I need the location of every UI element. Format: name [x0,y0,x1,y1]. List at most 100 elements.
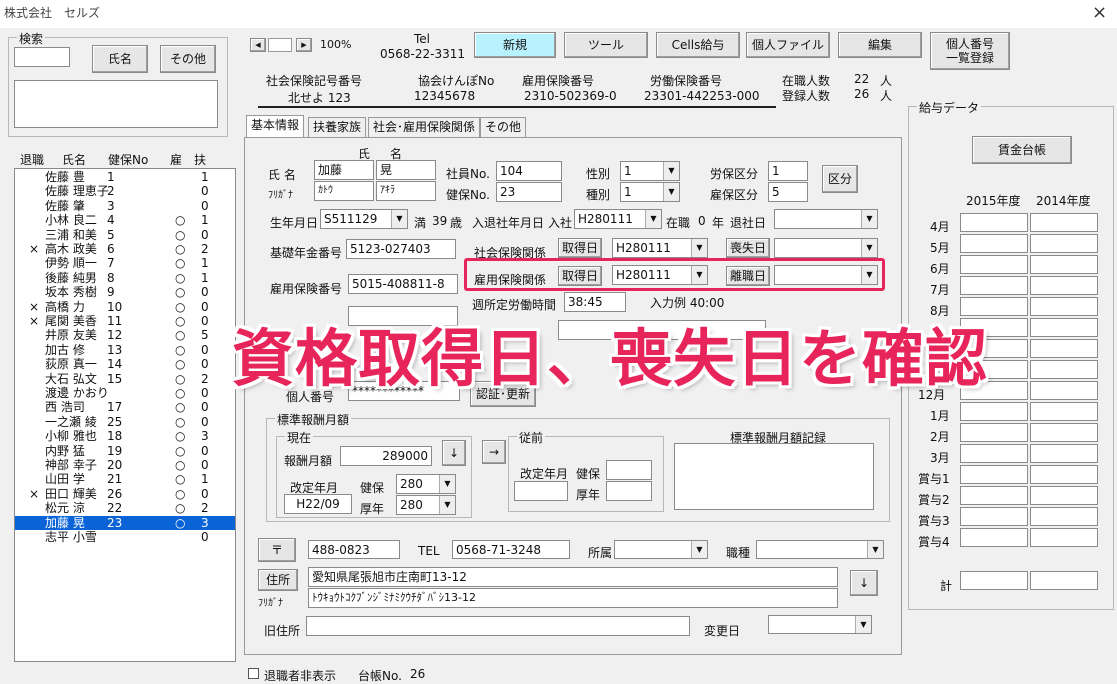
chevron-down-icon[interactable]: ▼ [391,210,407,228]
payroll-cell-2015[interactable] [960,402,1028,421]
new-button[interactable]: 新規 [474,32,556,58]
address-kana-field[interactable]: ﾄｳｷｮｳﾄｺｸﾌﾞﾝｼﾞﾐﾅﾐｸｳﾁﾀﾞﾊﾞｼ13-12 [308,588,838,608]
payroll-cell-2015[interactable] [960,507,1028,526]
monthly-down-arrow-icon[interactable]: ↓ [442,440,466,466]
list-item[interactable]: 佐藤 豊 1 1 [15,170,235,184]
address-down-arrow-icon[interactable]: ↓ [850,570,878,596]
list-item[interactable]: 後藤 純男 8 ○ 1 [15,271,235,285]
chevron-down-icon[interactable]: ▼ [691,541,707,558]
edit-button[interactable]: 編集 [838,32,922,58]
first-name-field[interactable]: 晃 [376,160,436,180]
payroll-cell-2015[interactable] [960,465,1028,484]
kind-select[interactable]: 1 ▼ [620,182,680,202]
payroll-cell-2015[interactable] [960,276,1028,295]
prev-kosei-field[interactable] [606,481,652,501]
chevron-down-icon[interactable]: ▼ [439,475,455,493]
list-item[interactable]: 小柳 雅也 18 ○ 3 [15,429,235,443]
koho-kubun-field[interactable]: 5 [768,182,808,202]
search-input[interactable] [14,47,70,67]
sex-select[interactable]: 1 ▼ [620,161,680,181]
list-item[interactable]: 一之瀬 綾 25 ○ 0 [15,415,235,429]
last-name-field[interactable]: 加藤 [314,160,374,180]
wage-ledger-button[interactable]: 賃金台帳 [972,136,1072,164]
chevron-down-icon[interactable]: ▼ [861,210,877,228]
chevron-down-icon[interactable]: ▼ [645,210,661,228]
dept-select[interactable]: ▼ [614,540,708,559]
last-name-kana-field[interactable]: ｶﾄｳ [314,181,374,201]
search-result-box[interactable] [14,80,218,128]
payroll-cell-2014[interactable] [1030,360,1098,379]
payroll-cell-2014[interactable] [1030,486,1098,505]
payroll-cell-2014[interactable] [1030,297,1098,316]
payroll-cell-2014[interactable] [1030,318,1098,337]
list-item[interactable]: 大石 弘文 15 ○ 2 [15,372,235,386]
list-item[interactable]: × 高橋 力 10 ○ 0 [15,300,235,314]
list-item[interactable]: 加古 修 13 ○ 0 [15,343,235,357]
list-item[interactable]: 西 浩司 17 ○ 0 [15,400,235,414]
tab-basic-info[interactable]: 基本情報 [246,115,305,138]
chevron-down-icon[interactable]: ▼ [663,183,679,201]
payroll-cell-2014[interactable] [1030,234,1098,253]
search-other-button[interactable]: その他 [160,45,216,73]
old-address-field[interactable] [306,616,690,636]
shakai-get-date-button[interactable]: 取得日 [558,238,602,258]
employee-list[interactable]: 佐藤 豊 1 1 佐藤 理恵子 2 0 佐藤 肇 3 0 小林 良二 4 ○ 1 三浦 和美 5 ○ 0 × 高木 … [14,168,236,662]
revise-date-field[interactable]: H22/09 [284,494,352,514]
mynumber-register-button[interactable]: 個人番号 一覧登録 [930,32,1010,70]
list-item[interactable]: 井原 友美 12 ○ 5 [15,328,235,342]
close-icon[interactable]: × [1092,2,1107,23]
page-scroll-track[interactable] [268,38,292,52]
job-select[interactable]: ▼ [756,540,884,559]
cells-salary-button[interactable]: Cells給与 [656,32,740,58]
zip-button[interactable]: 〒 [258,538,296,562]
payroll-cell-2014[interactable] [1030,402,1098,421]
tool-button[interactable]: ツール [564,32,648,58]
payroll-cell-2014[interactable] [1030,507,1098,526]
search-name-button[interactable]: 氏名 [92,45,148,73]
payroll-cell-2014[interactable] [1030,276,1098,295]
payroll-cell-2015[interactable] [960,486,1028,505]
list-item[interactable]: 坂本 秀樹 9 ○ 0 [15,285,235,299]
chevron-down-icon[interactable]: ▼ [439,496,455,514]
payroll-cell-2015[interactable] [960,213,1028,232]
join-date-select[interactable]: H280111 ▼ [574,209,662,229]
shakai-get-date-select[interactable]: H280111 ▼ [612,238,708,258]
list-item[interactable]: 山田 学 21 ○ 1 [15,472,235,486]
kubun-button[interactable]: 区分 [822,165,858,193]
shakai-lose-date-select[interactable]: ▼ [774,238,878,258]
list-item[interactable]: 神部 幸子 20 ○ 0 [15,458,235,472]
kosei-grade-select[interactable]: 280 ▼ [396,495,456,515]
kenpo-grade-select[interactable]: 280 ▼ [396,474,456,494]
list-item[interactable]: 佐藤 理恵子 2 0 [15,184,235,198]
first-name-kana-field[interactable]: ｱｷﾗ [376,181,436,201]
leave-date-select[interactable]: ▼ [774,209,878,229]
birth-select[interactable]: S511129 ▼ [320,209,408,229]
payroll-cell-2014[interactable] [1030,255,1098,274]
list-item[interactable]: × 尾関 美香 11 ○ 0 [15,314,235,328]
list-item[interactable]: 松元 涼 22 ○ 2 [15,501,235,515]
hide-retired-checkbox[interactable] [248,668,259,679]
chevron-down-icon[interactable]: ▼ [663,162,679,180]
salary-record-box[interactable] [674,443,874,510]
koyo-no-field[interactable]: 5015-408811-8 [348,274,458,294]
copy-right-arrow-icon[interactable]: → [482,440,506,464]
payroll-cell-2014[interactable] [1030,381,1098,400]
payroll-cell-2015[interactable] [960,234,1028,253]
total-2014-field[interactable] [1030,571,1098,590]
chevron-down-icon[interactable]: ▼ [867,541,883,558]
list-item[interactable]: 内野 猛 19 ○ 0 [15,444,235,458]
total-2015-field[interactable] [960,571,1028,590]
payroll-cell-2014[interactable] [1030,444,1098,463]
change-date-select[interactable]: ▼ [768,615,872,634]
payroll-cell-2014[interactable] [1030,465,1098,484]
address-field[interactable]: 愛知県尾張旭市庄南町13-12 [308,567,838,587]
payroll-cell-2014[interactable] [1030,339,1098,358]
list-item[interactable]: 加藤 晃 23 ○ 3 [15,515,235,530]
address-button[interactable]: 住所 [258,569,298,591]
monthly-pay-field[interactable]: 289000 [340,446,432,466]
zip-field[interactable]: 488-0823 [308,540,400,559]
list-item[interactable]: 伊勢 順一 7 ○ 1 [15,256,235,270]
payroll-cell-2015[interactable] [960,444,1028,463]
list-item[interactable]: 小林 良二 4 ○ 1 [15,213,235,227]
kenpo-no-field[interactable]: 23 [496,182,562,202]
